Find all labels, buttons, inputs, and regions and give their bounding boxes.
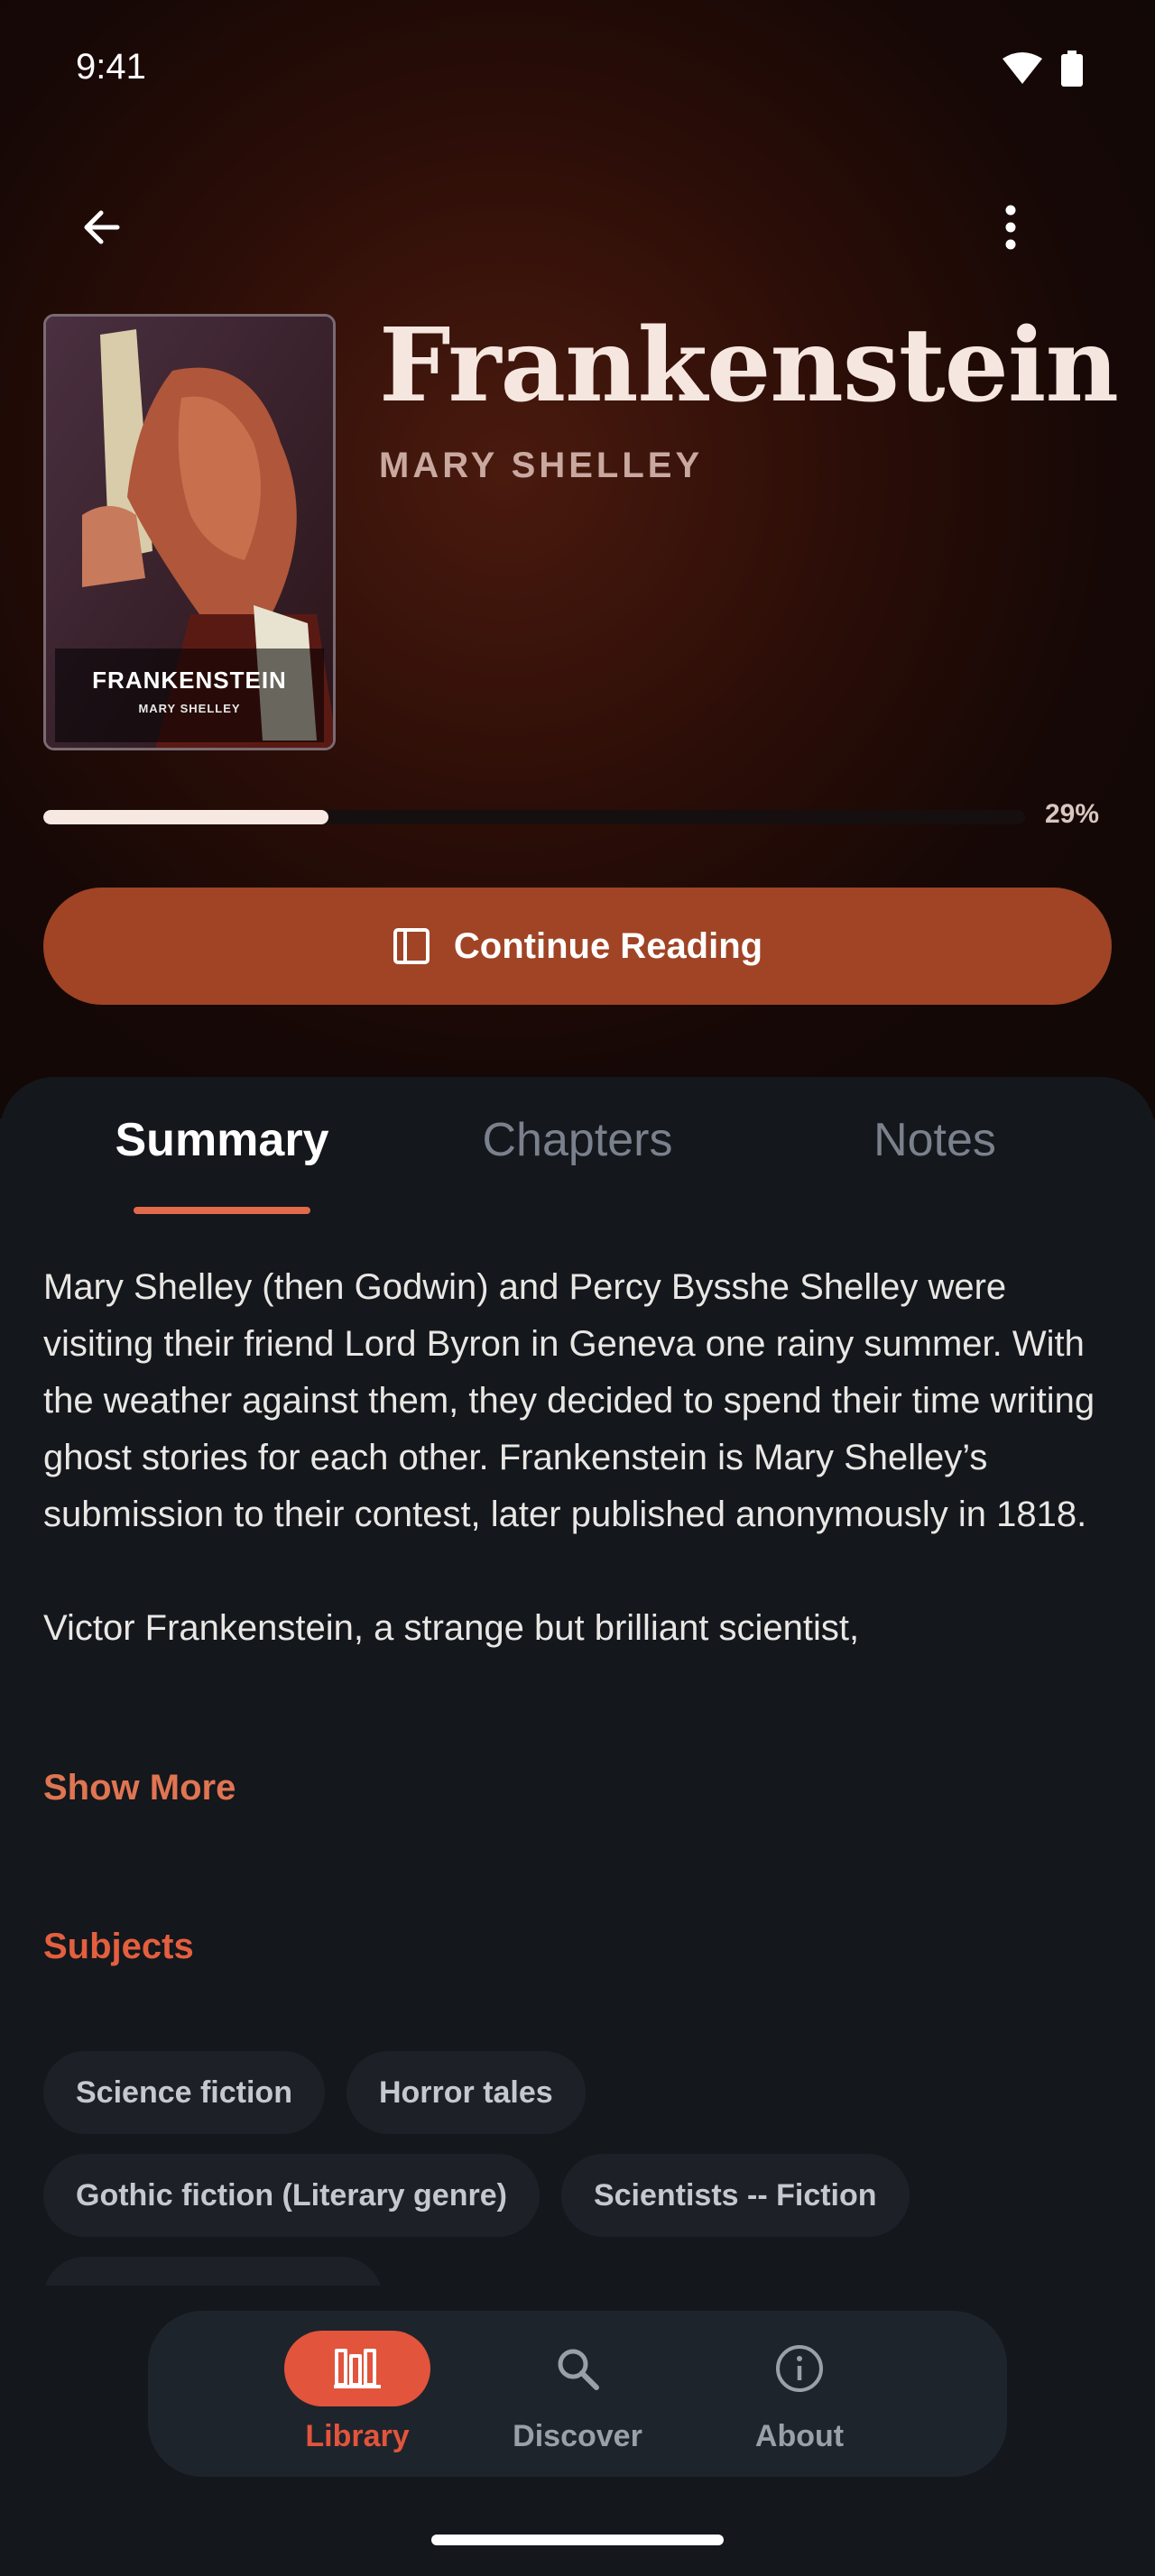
wifi-icon (1003, 52, 1042, 84)
status-bar: 9:41 (0, 0, 1155, 135)
subject-chip[interactable]: Science fiction (43, 2051, 325, 2134)
library-icon (334, 2349, 381, 2388)
tab-indicator (134, 1207, 310, 1214)
continue-reading-label: Continue Reading (453, 925, 763, 966)
tab-bar: Summary Chapters Notes (0, 1113, 1155, 1214)
subjects-chip-list: Science fiction Horror tales Gothic fict… (43, 2051, 1117, 2286)
battery-icon (1061, 51, 1083, 87)
tab-summary[interactable]: Summary (60, 1113, 384, 1167)
reading-progress-bar (43, 810, 1025, 824)
status-time: 9:41 (76, 47, 146, 87)
subject-chip[interactable]: Scientists -- Fiction (560, 2154, 910, 2237)
cover-caption: FRANKENSTEIN MARY SHELLEY (55, 649, 324, 742)
subject-chip[interactable]: Horror tales (346, 2051, 586, 2134)
more-options-button[interactable] (993, 200, 1029, 254)
arrow-left-icon (84, 210, 120, 244)
reading-progress-label: 29% (1045, 799, 1100, 829)
reading-progress-fill (43, 810, 328, 824)
nav-about[interactable]: About (709, 2311, 890, 2477)
continue-reading-button[interactable]: Continue Reading (43, 888, 1112, 1005)
home-indicator[interactable] (431, 2535, 724, 2545)
more-vertical-icon (1005, 205, 1016, 250)
book-title: Frankenstein (379, 307, 1119, 425)
subjects-heading: Subjects (43, 1927, 194, 1966)
book-author: MARY SHELLEY (379, 446, 704, 485)
info-icon (776, 2345, 823, 2392)
nav-library[interactable]: Library (267, 2311, 448, 2477)
tab-chapters[interactable]: Chapters (415, 1113, 740, 1167)
tab-notes[interactable]: Notes (772, 1113, 1097, 1167)
nav-discover[interactable]: Discover (487, 2311, 668, 2477)
summary-text: Mary Shelley (then Godwin) and Percy Bys… (43, 1259, 1117, 1657)
cover-author: MARY SHELLEY (138, 702, 241, 715)
subject-chip[interactable]: Monsters -- Fiction (43, 2257, 383, 2286)
show-more-link[interactable]: Show More (43, 1768, 236, 1808)
subject-chip[interactable]: Gothic fiction (Literary genre) (43, 2154, 540, 2237)
bottom-navigation: Library Discover About (148, 2311, 1007, 2477)
summary-paragraph: Victor Frankenstein, a strange but brill… (43, 1608, 860, 1648)
book-cover: FRANKENSTEIN MARY SHELLEY (43, 314, 336, 750)
back-button[interactable] (76, 200, 130, 254)
search-icon (558, 2349, 599, 2390)
nav-library-label: Library (305, 2419, 410, 2453)
summary-paragraph: Mary Shelley (then Godwin) and Percy Bys… (43, 1267, 1095, 1534)
book-icon (393, 928, 430, 964)
nav-about-label: About (754, 2419, 845, 2453)
nav-discover-label: Discover (513, 2419, 642, 2453)
cover-title: FRANKENSTEIN (92, 667, 287, 694)
